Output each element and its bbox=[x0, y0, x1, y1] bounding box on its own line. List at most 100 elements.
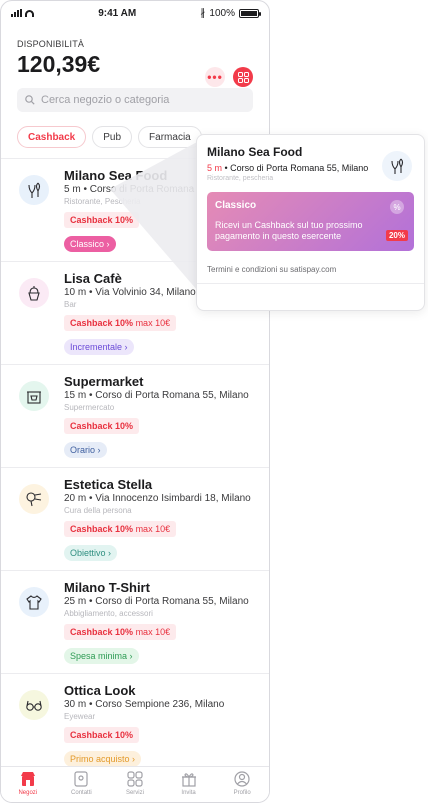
glasses-icon bbox=[26, 700, 42, 711]
shop-icon bbox=[27, 391, 41, 404]
qr-code-button[interactable] bbox=[233, 67, 253, 87]
store-avatar bbox=[19, 175, 49, 205]
promo-description: Ricevi un Cashback sul tuo prossimo paga… bbox=[215, 220, 363, 241]
store-avatar bbox=[19, 278, 49, 308]
store-list-item[interactable]: Ottica Look 30 m • Corso Sempione 236, Mi… bbox=[1, 674, 269, 777]
hairdryer-icon bbox=[26, 492, 42, 507]
cashback-max: max 10€ bbox=[135, 627, 171, 637]
qr-code-icon bbox=[237, 71, 249, 83]
promo-type-tag[interactable]: Incrementale › bbox=[64, 339, 134, 355]
wifi-icon bbox=[25, 9, 34, 17]
promo-title: Classico bbox=[215, 200, 257, 211]
store-avatar bbox=[19, 381, 49, 411]
card-street: • Corso di Porta Romana 55, Milano bbox=[222, 163, 369, 173]
store-list-item[interactable]: Estetica Stella 20 m • Via Innocenzo Isim… bbox=[1, 468, 269, 571]
status-bar: 9:41 AM ∦ 100% bbox=[1, 1, 269, 25]
store-name: Supermarket bbox=[64, 374, 144, 389]
card-avatar bbox=[382, 151, 412, 181]
card-category: Ristorante, pescheria bbox=[207, 175, 274, 182]
more-button[interactable]: ••• bbox=[205, 67, 225, 87]
cashback-badge: Cashback 10% bbox=[64, 212, 140, 228]
chip-pub[interactable]: Pub bbox=[92, 126, 133, 148]
cashback-badge: Cashback 10% bbox=[64, 727, 140, 743]
store-avatar bbox=[19, 484, 49, 514]
balance-header: DISPONIBILITÀ 120,39€ ••• bbox=[1, 25, 269, 87]
card-divider bbox=[197, 283, 424, 284]
store-list-item[interactable]: Supermarket 15 m • Corso di Porta Romana … bbox=[1, 365, 269, 468]
promo-type-tag[interactable]: Spesa minima › bbox=[64, 648, 139, 664]
gift-icon bbox=[181, 773, 196, 787]
search-icon bbox=[25, 95, 35, 105]
store-category: Abbigliamento, accessori bbox=[64, 609, 153, 618]
store-address: 30 m • Corso Sempione 236, Milano bbox=[64, 699, 225, 710]
chip-farmacia[interactable]: Farmacia bbox=[138, 126, 202, 148]
store-name: Ottica Look bbox=[64, 683, 136, 698]
store-address: 20 m • Via Innocenzo Isimbardi 18, Milan… bbox=[64, 493, 251, 504]
cashback-label: Cashback 10% bbox=[70, 627, 134, 637]
cashback-badge: Cashback 10% max 10€ bbox=[64, 315, 177, 331]
tshirt-icon bbox=[26, 595, 42, 610]
fish-hand-icon bbox=[391, 158, 404, 174]
chip-cashback[interactable]: Cashback bbox=[17, 126, 87, 148]
tab-invita[interactable]: Invita bbox=[164, 770, 214, 796]
cupcake-icon bbox=[28, 286, 40, 301]
tab-negozi[interactable]: Negozi bbox=[3, 770, 53, 796]
store-address: 25 m • Corso di Porta Romana 55, Milano bbox=[64, 596, 249, 607]
search-input[interactable]: Cerca negozio o categoria bbox=[17, 88, 253, 112]
balance-label: DISPONIBILITÀ bbox=[17, 39, 85, 49]
tab-profilo[interactable]: Profilo bbox=[217, 770, 267, 796]
promo-classico[interactable]: Classico % Ricevi un Cashback sul tuo pr… bbox=[207, 192, 414, 251]
store-address: 15 m • Corso di Porta Romana 55, Milano bbox=[64, 390, 249, 401]
promo-type-tag[interactable]: Primo acquisto › bbox=[64, 751, 142, 767]
store-name: Milano T-Shirt bbox=[64, 580, 150, 595]
promo-type-tag[interactable]: Obiettivo › bbox=[64, 545, 118, 561]
status-time: 9:41 AM bbox=[98, 7, 137, 19]
cashback-label: Cashback 10% bbox=[70, 524, 134, 534]
store-category: Cura della persona bbox=[64, 506, 132, 515]
card-store-name: Milano Sea Food bbox=[207, 145, 303, 159]
terms-link[interactable]: Termini e condizioni su satispay.com bbox=[207, 265, 414, 274]
tab-label: Negozi bbox=[18, 790, 38, 796]
grid-icon bbox=[127, 771, 143, 787]
tab-servizi[interactable]: Servizi bbox=[110, 770, 160, 796]
cashback-badge: Cashback 10% bbox=[64, 418, 140, 434]
tab-label: Invita bbox=[181, 790, 196, 796]
promo-badge: 20% bbox=[385, 230, 408, 241]
tab-label: Profilo bbox=[233, 790, 251, 796]
cashback-badge: Cashback 10% max 10€ bbox=[64, 521, 177, 537]
promo-type-tag[interactable]: Orario › bbox=[64, 442, 107, 458]
status-left bbox=[11, 9, 34, 17]
cashback-label: Cashback 10% bbox=[70, 730, 134, 740]
tab-label: Contatti bbox=[71, 790, 92, 796]
store-list-item[interactable]: Milano T-Shirt 25 m • Corso di Porta Roma… bbox=[1, 571, 269, 674]
contacts-icon bbox=[74, 771, 88, 787]
header-actions: ••• bbox=[205, 67, 253, 87]
signal-icon bbox=[11, 9, 22, 17]
fish-hand-icon bbox=[28, 182, 41, 198]
tab-bar: Negozi Contatti Servizi Invita Profilo bbox=[1, 766, 269, 802]
cashback-label: Cashback 10% bbox=[70, 421, 134, 431]
cashback-max: max 10€ bbox=[135, 318, 171, 328]
card-address: 5 m • Corso di Porta Romana 55, Milano bbox=[207, 162, 377, 174]
cashback-max: max 10€ bbox=[135, 524, 171, 534]
store-avatar bbox=[19, 690, 49, 720]
percent-icon: % bbox=[390, 200, 404, 214]
store-category: Eyewear bbox=[64, 712, 96, 721]
tab-label: Servizi bbox=[125, 790, 144, 796]
tab-contatti[interactable]: Contatti bbox=[56, 770, 106, 796]
status-right: ∦ 100% bbox=[200, 7, 261, 19]
search-placeholder: Cerca negozio o categoria bbox=[41, 94, 170, 106]
store-name: Estetica Stella bbox=[64, 477, 153, 492]
store-detail-card[interactable]: Milano Sea Food 5 m • Corso di Porta Rom… bbox=[196, 134, 425, 311]
phone-screen: 9:41 AM ∦ 100% DISPONIBILITÀ 120,39€ ••• bbox=[0, 0, 270, 803]
cashback-label: Cashback 10% bbox=[70, 318, 134, 328]
battery-icon bbox=[239, 8, 261, 18]
promo-type-tag[interactable]: Classico › bbox=[64, 236, 116, 252]
cashback-badge: Cashback 10% max 10€ bbox=[64, 624, 177, 640]
store-icon bbox=[20, 772, 35, 786]
cashback-label: Cashback 10% bbox=[70, 215, 134, 225]
bluetooth-icon: ∦ bbox=[200, 7, 206, 19]
battery-percent: 100% bbox=[209, 7, 235, 19]
store-category: Supermercato bbox=[64, 403, 115, 412]
profile-icon bbox=[234, 771, 250, 787]
